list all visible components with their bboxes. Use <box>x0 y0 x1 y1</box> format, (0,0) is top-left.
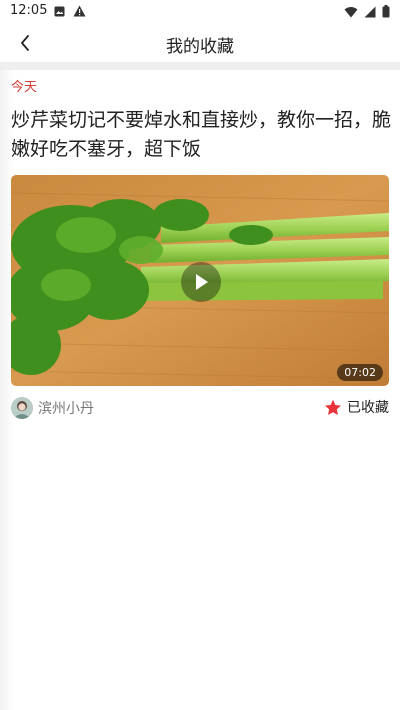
notification-image-icon <box>54 6 65 16</box>
left-edge-shadow <box>0 70 14 710</box>
author-link[interactable]: 滨州小丹 <box>11 397 94 419</box>
wifi-icon <box>344 6 358 17</box>
favorite-button[interactable]: 已收藏 <box>324 397 389 417</box>
status-bar: 12:05 <box>0 0 400 24</box>
video-title[interactable]: 炒芹菜切记不要焯水和直接炒，教你一招，脆嫩好吃不塞牙，超下饭 <box>11 106 391 164</box>
section-date-label: 今天 <box>11 80 38 95</box>
author-name: 滨州小丹 <box>38 401 94 417</box>
alert-icon <box>73 5 86 17</box>
card-meta-row: 滨州小丹 已收藏 <box>11 396 389 422</box>
header-divider <box>0 62 400 70</box>
video-thumbnail[interactable]: 07:02 <box>11 175 389 386</box>
star-icon <box>325 399 341 415</box>
play-button[interactable] <box>181 262 221 302</box>
play-icon <box>196 274 208 290</box>
page-title: 我的收藏 <box>166 37 234 57</box>
favorite-label: 已收藏 <box>347 400 389 416</box>
video-duration-badge: 07:02 <box>337 364 383 381</box>
status-left-icons <box>54 5 86 17</box>
nav-bar: 我的收藏 <box>0 24 400 62</box>
avatar <box>11 397 33 419</box>
status-time: 12:05 <box>10 3 48 18</box>
battery-icon <box>382 5 390 18</box>
signal-icon <box>364 6 376 17</box>
status-right-icons <box>344 5 390 18</box>
